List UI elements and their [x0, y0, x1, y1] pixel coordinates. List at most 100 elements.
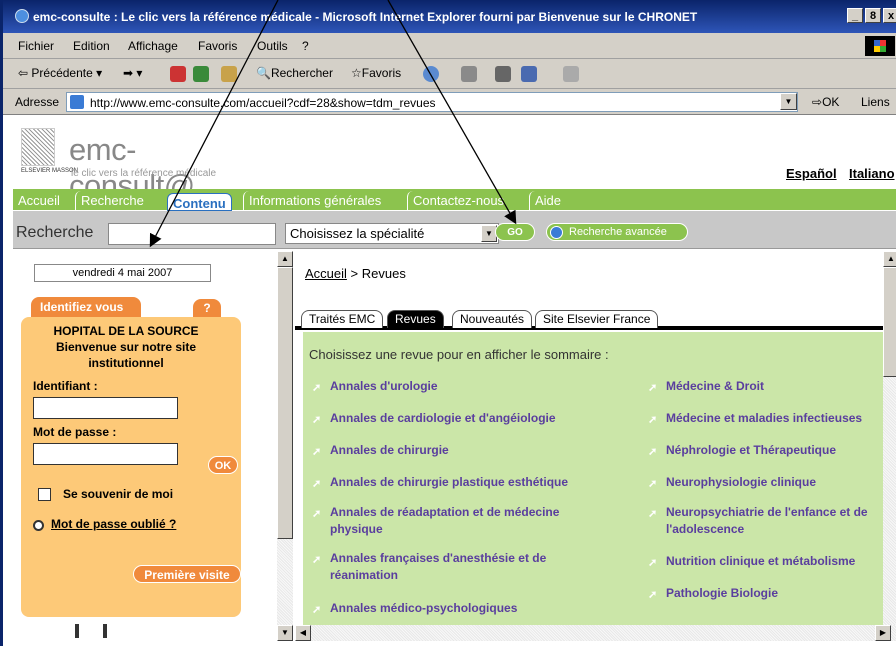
- journal-list-intro: Choisissez une revue pour en afficher le…: [309, 347, 609, 362]
- journal-link[interactable]: ➚ Annales de cardiologie et d'angéiologie: [312, 410, 620, 427]
- address-bar: Adresse http://www.emc-consulte.com/accu…: [3, 89, 896, 115]
- journal-link[interactable]: ➚ Neuropsychiatrie de l'enfance et de l'a…: [648, 504, 891, 538]
- journal-link[interactable]: ➚ Annales d'urologie: [312, 378, 620, 395]
- journal-link[interactable]: ➚ Annales de chirurgie plastique esthétiq…: [312, 474, 620, 491]
- login-ok-button[interactable]: OK: [208, 456, 238, 474]
- history-icon[interactable]: [423, 66, 439, 82]
- first-visit-button[interactable]: Première visite: [133, 565, 241, 583]
- search-input[interactable]: [108, 223, 276, 245]
- web-page: ELSEVIER MASSON emc-consult@ le clic ver…: [3, 116, 896, 646]
- specialty-select[interactable]: Choisissez la spécialité ▼: [285, 223, 499, 244]
- stop-icon[interactable]: [170, 66, 186, 82]
- journal-link[interactable]: ➚ Nutrition clinique et métabolisme: [648, 553, 891, 570]
- address-dropdown-button[interactable]: ▼: [780, 93, 797, 110]
- discuss-icon[interactable]: [563, 66, 579, 82]
- organization-name: HOPITAL DE LA SOURCE Bienvenue sur notre…: [53, 324, 199, 370]
- left-pane-scrollbar[interactable]: ▲ ▼: [277, 251, 293, 641]
- lang-espanol-link[interactable]: Español: [786, 166, 837, 181]
- address-url[interactable]: http://www.emc-consulte.com/accueil?cdf=…: [90, 96, 436, 110]
- journal-link[interactable]: ➚ Médecine & Droit: [648, 378, 891, 395]
- lang-italiano-link[interactable]: Italiano: [849, 166, 895, 181]
- login-input[interactable]: [33, 397, 178, 419]
- nav-tab-recherche[interactable]: Recherche: [75, 191, 149, 210]
- search-button[interactable]: 🔍Rechercher: [256, 66, 333, 80]
- scroll-left-button[interactable]: ◀: [295, 625, 311, 641]
- favorites-button[interactable]: ☆Favoris: [351, 66, 401, 80]
- menu-outils[interactable]: Outils: [257, 39, 288, 53]
- arrow-circle-icon: [550, 226, 563, 239]
- nav-tab-informations[interactable]: Informations générales: [243, 191, 386, 210]
- breadcrumb-home-link[interactable]: Accueil: [305, 266, 347, 281]
- journal-list-panel: Choisissez une revue pour en afficher le…: [303, 332, 891, 625]
- breadcrumb-current: Revues: [361, 266, 406, 281]
- close-button[interactable]: x: [883, 8, 896, 23]
- restore-button[interactable]: 8: [865, 8, 881, 23]
- logo-tagline: le clic vers la référence médicale: [71, 168, 217, 179]
- journal-link[interactable]: ➚ Annales françaises d'anesthésie et de r…: [312, 550, 590, 584]
- journal-link[interactable]: ➚ Neurophysiologie clinique: [648, 474, 891, 491]
- journal-link[interactable]: ➚ Pathologie Biologie: [648, 585, 891, 602]
- print-icon[interactable]: [495, 66, 511, 82]
- search-go-button[interactable]: GO: [495, 223, 535, 241]
- scroll-up-button[interactable]: ▲: [277, 251, 293, 267]
- edit-icon[interactable]: [521, 66, 537, 82]
- scroll-up-button[interactable]: ▲: [883, 251, 896, 267]
- forward-button[interactable]: ➡ ▾: [123, 66, 142, 80]
- journal-link[interactable]: ➚ Néphrologie et Thérapeutique: [648, 442, 891, 459]
- tab-nouveautes[interactable]: Nouveautés: [452, 310, 533, 328]
- menu-affichage[interactable]: Affichage: [128, 39, 178, 53]
- main-nav: Accueil Recherche Contenu Informations g…: [13, 189, 896, 211]
- scroll-thumb[interactable]: [277, 267, 293, 539]
- forgot-password-link[interactable]: Mot de passe oublié ?: [51, 517, 176, 531]
- links-button[interactable]: Liens: [861, 95, 890, 109]
- scroll-down-button[interactable]: ▼: [277, 625, 293, 641]
- advanced-search-label: Recherche avancée: [569, 226, 667, 238]
- address-label: Adresse: [15, 95, 60, 109]
- refresh-icon[interactable]: [193, 66, 209, 82]
- menu-favoris[interactable]: Favoris: [198, 39, 237, 53]
- address-go-button[interactable]: ⇨OK: [812, 95, 839, 109]
- home-icon[interactable]: [221, 66, 237, 82]
- tab-traites-emc[interactable]: Traités EMC: [301, 310, 384, 328]
- advanced-search-button[interactable]: Recherche avancée: [546, 223, 688, 241]
- password-input[interactable]: [33, 443, 178, 465]
- login-label: Identifiant :: [33, 379, 98, 393]
- content-pane: Accueil > Revues Traités EMC Revues Nouv…: [295, 251, 891, 625]
- back-button[interactable]: ⇦ Précédente ▾: [18, 66, 102, 80]
- scroll-thumb[interactable]: [883, 267, 896, 377]
- remember-me-label[interactable]: Se souvenir de moi: [63, 487, 173, 501]
- nav-tab-contact[interactable]: Contactez-nous: [407, 191, 509, 210]
- content-tabs: Traités EMC Revues Nouveautés Site Elsev…: [295, 308, 891, 330]
- page-icon: [70, 95, 84, 109]
- browser-window: emc-consulte : Le clic vers la référence…: [0, 0, 896, 646]
- content-horizontal-scrollbar[interactable]: ◀ ▶: [295, 625, 896, 641]
- tab-revues[interactable]: Revues: [387, 310, 444, 328]
- toolbar: ⇦ Précédente ▾ ➡ ▾ 🔍Rechercher ☆Favoris: [3, 59, 896, 89]
- address-field[interactable]: http://www.emc-consulte.com/accueil?cdf=…: [66, 92, 798, 112]
- content-scrollbar[interactable]: ▲: [883, 251, 896, 625]
- journal-link[interactable]: ➚ Annales de chirurgie: [312, 442, 620, 459]
- title-bar: emc-consulte : Le clic vers la référence…: [3, 0, 896, 33]
- minimize-button[interactable]: _: [847, 8, 863, 23]
- nav-tab-contenu[interactable]: Contenu: [167, 193, 232, 211]
- breadcrumb: Accueil > Revues: [305, 266, 406, 281]
- menu-help[interactable]: ?: [302, 39, 309, 53]
- remember-me-checkbox[interactable]: [38, 488, 51, 501]
- scroll-right-button[interactable]: ▶: [875, 625, 891, 641]
- windows-logo-icon: [865, 36, 895, 56]
- identify-tab[interactable]: Identifiez vous: [31, 297, 141, 317]
- help-button[interactable]: ?: [193, 299, 221, 317]
- journal-link[interactable]: ➚ Médecine et maladies infectieuses: [648, 410, 891, 427]
- search-label: Recherche: [16, 224, 94, 241]
- nav-tab-aide[interactable]: Aide: [529, 191, 566, 210]
- nav-tab-accueil[interactable]: Accueil: [13, 191, 65, 210]
- journal-link[interactable]: ➚ Annales de réadaptation et de médecine …: [312, 504, 590, 538]
- menu-edition[interactable]: Edition: [73, 39, 110, 53]
- mail-icon[interactable]: [461, 66, 477, 82]
- specialty-select-value: Choisissez la spécialité: [290, 226, 425, 241]
- menu-fichier[interactable]: Fichier: [18, 39, 54, 53]
- tab-site-elsevier[interactable]: Site Elsevier France: [535, 310, 659, 328]
- elsevier-tree-icon: [21, 128, 55, 166]
- site-logo[interactable]: ELSEVIER MASSON emc-consult@ le clic ver…: [13, 124, 253, 203]
- journal-link[interactable]: ➚ Annales médico-psychologiques: [312, 600, 620, 617]
